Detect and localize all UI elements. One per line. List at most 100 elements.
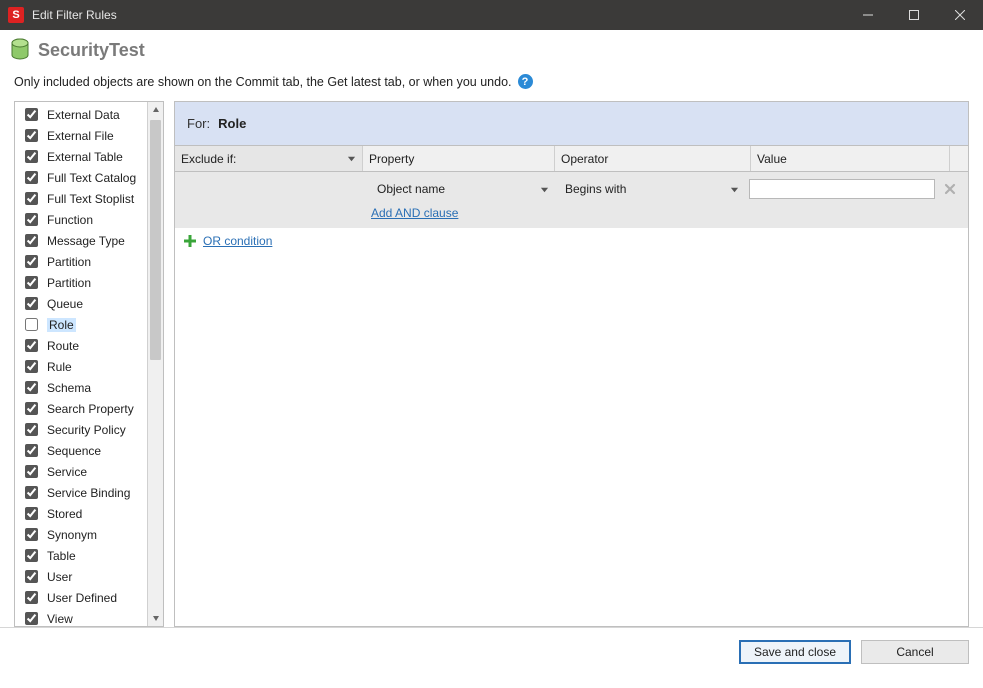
object-type-checkbox[interactable] (25, 297, 38, 310)
object-type-item[interactable]: View (15, 608, 147, 626)
object-type-item[interactable]: Role (15, 314, 147, 335)
exclude-mode-dropdown[interactable]: Exclude if: (175, 146, 363, 171)
object-type-item[interactable]: External File (15, 125, 147, 146)
object-type-checkbox[interactable] (25, 570, 38, 583)
for-label: For: (187, 116, 210, 131)
save-and-close-button[interactable]: Save and close (739, 640, 851, 664)
object-type-label: User Defined (47, 591, 117, 605)
object-type-item[interactable]: User Defined (15, 587, 147, 608)
object-type-label: Route (47, 339, 79, 353)
or-condition-link[interactable]: OR condition (203, 234, 272, 248)
object-type-label: Queue (47, 297, 83, 311)
object-type-item[interactable]: Service (15, 461, 147, 482)
minimize-button[interactable] (845, 0, 891, 30)
object-type-item[interactable]: Table (15, 545, 147, 566)
object-type-checkbox[interactable] (25, 234, 38, 247)
object-type-label: Security Policy (47, 423, 126, 437)
object-type-item[interactable]: Search Property (15, 398, 147, 419)
filter-panel: For: Role Exclude if: Property Operator … (174, 101, 969, 627)
object-type-item[interactable]: Queue (15, 293, 147, 314)
cancel-button[interactable]: Cancel (861, 640, 969, 664)
object-type-item[interactable]: Schema (15, 377, 147, 398)
for-value: Role (218, 116, 246, 131)
exclude-label: Exclude if: (181, 152, 236, 166)
object-type-checkbox[interactable] (25, 591, 38, 604)
maximize-button[interactable] (891, 0, 937, 30)
sidebar-scrollbar[interactable] (147, 102, 163, 626)
object-type-item[interactable]: Security Policy (15, 419, 147, 440)
object-type-checkbox[interactable] (25, 402, 38, 415)
operator-dropdown[interactable]: Begins with (559, 178, 743, 200)
object-type-label: User (47, 570, 72, 584)
add-and-link[interactable]: Add AND clause (371, 206, 458, 220)
column-header-tail (950, 146, 968, 171)
close-button[interactable] (937, 0, 983, 30)
object-type-item[interactable]: Function (15, 209, 147, 230)
object-type-label: External Data (47, 108, 120, 122)
value-input[interactable] (749, 179, 935, 199)
object-type-checkbox[interactable] (25, 150, 38, 163)
object-type-item[interactable]: Service Binding (15, 482, 147, 503)
object-type-checkbox[interactable] (25, 276, 38, 289)
database-icon (10, 38, 30, 62)
titlebar: S Edit Filter Rules (0, 0, 983, 30)
object-type-label: Role (47, 318, 76, 332)
object-type-checkbox[interactable] (25, 129, 38, 142)
object-type-item[interactable]: Partition (15, 272, 147, 293)
object-type-item[interactable]: External Data (15, 104, 147, 125)
for-row: For: Role (175, 102, 968, 146)
delete-rule-button[interactable] (939, 178, 961, 200)
add-and-row: Add AND clause (175, 202, 968, 224)
property-dropdown[interactable]: Object name (371, 178, 553, 200)
scroll-thumb[interactable] (150, 120, 161, 360)
object-type-item[interactable]: Synonym (15, 524, 147, 545)
chevron-down-icon (539, 184, 549, 194)
object-type-item[interactable]: User (15, 566, 147, 587)
rule-block: Object name Begins with (175, 172, 968, 228)
object-type-checkbox[interactable] (25, 213, 38, 226)
info-text: Only included objects are shown on the C… (14, 75, 512, 89)
object-type-checkbox[interactable] (25, 171, 38, 184)
object-type-checkbox[interactable] (25, 486, 38, 499)
object-type-checkbox[interactable] (25, 528, 38, 541)
object-type-checkbox[interactable] (25, 444, 38, 457)
object-type-item[interactable]: Message Type (15, 230, 147, 251)
object-type-item[interactable]: Stored (15, 503, 147, 524)
scroll-up-icon[interactable] (148, 102, 163, 118)
object-type-label: Search Property (47, 402, 134, 416)
column-header-operator: Operator (555, 146, 751, 171)
object-type-checkbox[interactable] (25, 255, 38, 268)
object-type-item[interactable]: Full Text Stoplist (15, 188, 147, 209)
object-type-item[interactable]: Full Text Catalog (15, 167, 147, 188)
object-type-label: Service (47, 465, 87, 479)
object-type-checkbox[interactable] (25, 192, 38, 205)
object-type-label: View (47, 612, 73, 626)
operator-value: Begins with (565, 182, 626, 196)
object-type-label: Stored (47, 507, 82, 521)
object-type-checkbox[interactable] (25, 339, 38, 352)
object-type-item[interactable]: Partition (15, 251, 147, 272)
object-type-label: Schema (47, 381, 91, 395)
object-type-label: Full Text Stoplist (47, 192, 134, 206)
object-type-checkbox[interactable] (25, 318, 38, 331)
object-type-checkbox[interactable] (25, 465, 38, 478)
scroll-down-icon[interactable] (148, 610, 163, 626)
object-type-checkbox[interactable] (25, 360, 38, 373)
object-type-label: Synonym (47, 528, 97, 542)
object-type-checkbox[interactable] (25, 381, 38, 394)
object-type-label: External Table (47, 150, 123, 164)
object-type-item[interactable]: Route (15, 335, 147, 356)
object-type-checkbox[interactable] (25, 423, 38, 436)
object-type-checkbox[interactable] (25, 612, 38, 625)
object-type-checkbox[interactable] (25, 108, 38, 121)
help-icon[interactable]: ? (518, 74, 533, 89)
object-type-item[interactable]: Sequence (15, 440, 147, 461)
object-type-label: Partition (47, 255, 91, 269)
object-type-item[interactable]: External Table (15, 146, 147, 167)
column-header-value: Value (751, 146, 950, 171)
property-value: Object name (377, 182, 445, 196)
object-type-item[interactable]: Rule (15, 356, 147, 377)
object-type-checkbox[interactable] (25, 507, 38, 520)
object-type-checkbox[interactable] (25, 549, 38, 562)
chevron-down-icon (729, 184, 739, 194)
